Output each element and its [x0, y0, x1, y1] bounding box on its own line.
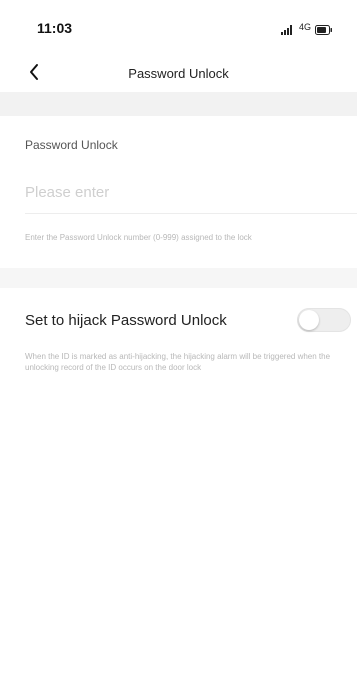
app-screen: 11:03 4G Password Unlock Password Unlock… — [0, 0, 357, 682]
section-divider — [0, 268, 357, 288]
input-underline — [25, 213, 357, 214]
page-title: Password Unlock — [128, 66, 229, 81]
network-type: 4G — [298, 22, 311, 32]
hijack-setting-row: Set to hijack Password Unlock — [0, 288, 357, 338]
status-time: 11:03 — [37, 20, 73, 36]
status-bar: 11:03 4G — [0, 0, 357, 56]
content-panel: Password Unlock Enter the Password Unloc… — [0, 116, 357, 682]
password-number-input[interactable] — [25, 184, 325, 201]
hijack-hint: When the ID is marked as anti-hijacking,… — [25, 352, 331, 372]
hijack-toggle-label: Set to hijack Password Unlock — [25, 312, 227, 329]
section-divider — [0, 92, 357, 116]
field-label: Password Unlock — [25, 138, 118, 152]
hijack-toggle[interactable] — [297, 308, 351, 332]
status-indicators: 4G — [280, 22, 333, 35]
navigation-bar: Password Unlock — [0, 56, 357, 92]
signal-bars-icon — [280, 22, 295, 35]
toggle-knob — [299, 310, 319, 330]
field-hint: Enter the Password Unlock number (0-999)… — [25, 233, 252, 242]
battery-icon — [315, 22, 333, 35]
